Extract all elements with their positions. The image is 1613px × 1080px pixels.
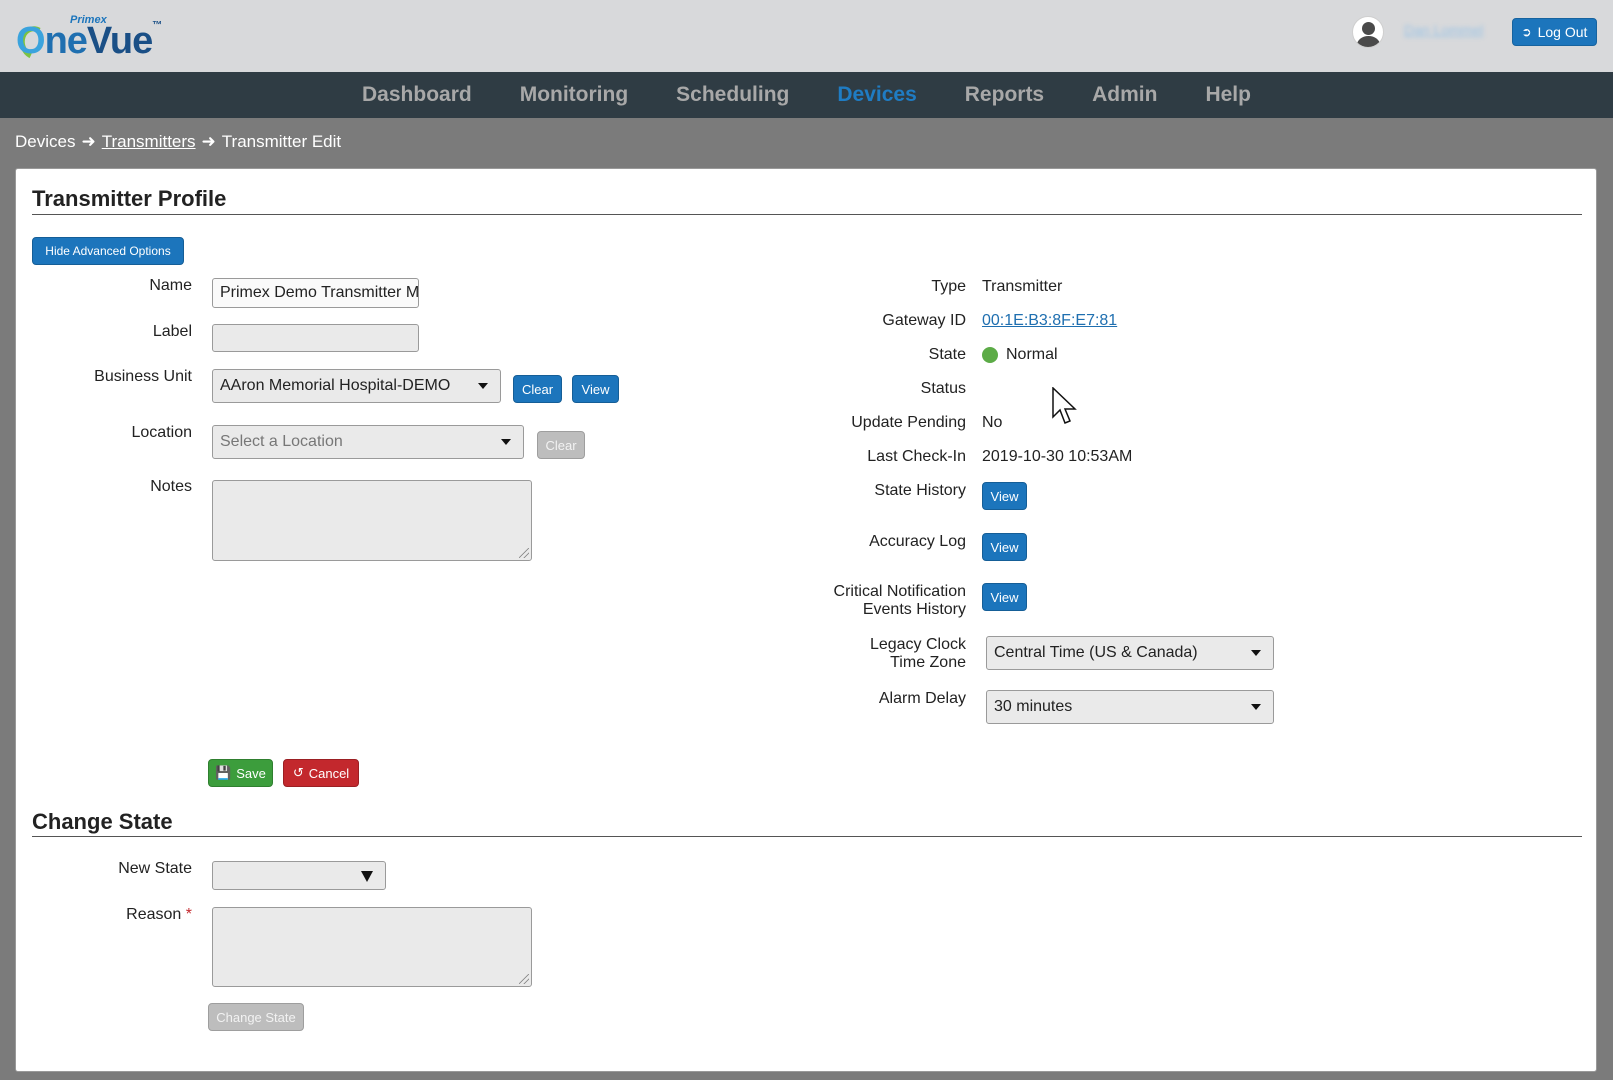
- gateway-id-link[interactable]: 00:1E:B3:8F:E7:81: [982, 312, 1117, 330]
- update-pending-label: Update Pending: [851, 414, 966, 431]
- new-state-select[interactable]: [212, 861, 386, 890]
- alarm-delay-label: Alarm Delay: [878, 690, 966, 707]
- section-title-profile: Transmitter Profile: [32, 186, 227, 211]
- chevron-down-icon: [1251, 704, 1261, 710]
- resize-grip-icon[interactable]: [519, 974, 529, 984]
- accuracy-log-view-button[interactable]: View: [982, 533, 1027, 561]
- chevron-down-icon: [501, 439, 511, 445]
- alarm-delay-value: 30 minutes: [994, 698, 1073, 715]
- location-clear-button[interactable]: Clear: [537, 431, 585, 459]
- state-history-view-button[interactable]: View: [982, 482, 1027, 510]
- logo-wordmark: OneVue™: [16, 20, 162, 63]
- last-checkin-label: Last Check-In: [867, 448, 966, 465]
- save-label: Save: [236, 765, 266, 781]
- logo-letters-vue: Vue: [86, 20, 153, 62]
- business-unit-clear-button[interactable]: Clear: [513, 375, 562, 403]
- section-title-change-state: Change State: [32, 809, 173, 834]
- section-divider: [32, 836, 1582, 837]
- onevue-logo[interactable]: Primex OneVue™: [15, 14, 162, 65]
- type-label: Type: [931, 278, 966, 295]
- logout-button[interactable]: ➲ Log Out: [1512, 18, 1597, 46]
- legacy-label-line-1: Legacy Clock: [869, 636, 966, 653]
- sign-out-icon: ➲: [1521, 25, 1532, 39]
- cancel-button[interactable]: ↺ Cancel: [283, 759, 359, 787]
- chevron-down-icon: [361, 870, 373, 882]
- state-status-dot-icon: [982, 346, 998, 363]
- business-unit-value: AAron Memorial Hospital-DEMO: [220, 377, 451, 394]
- logo-letter-o: O: [16, 20, 46, 62]
- nav-admin[interactable]: Admin: [1068, 72, 1181, 118]
- avatar-head: [1362, 22, 1375, 35]
- save-button[interactable]: 💾 Save: [208, 759, 273, 787]
- state-label: State: [928, 346, 966, 363]
- breadcrumb-devices: Devices: [15, 132, 76, 151]
- main-nav: Dashboard Monitoring Scheduling Devices …: [0, 72, 1613, 118]
- nav-scheduling[interactable]: Scheduling: [652, 72, 813, 118]
- reason-label: Reason *: [80, 906, 192, 924]
- new-state-label: New State: [118, 860, 192, 877]
- user-avatar-icon[interactable]: [1352, 16, 1384, 48]
- change-state-button[interactable]: Change State: [208, 1003, 304, 1031]
- name-label: Name: [149, 277, 192, 294]
- chevron-down-icon: [478, 383, 488, 389]
- state-history-label: State History: [874, 482, 966, 499]
- legacy-label-line-2: Time Zone: [890, 654, 966, 671]
- label-label: Label: [152, 323, 192, 340]
- name-input[interactable]: Primex Demo Transmitter Main: [212, 278, 419, 308]
- legacy-time-zone-select[interactable]: Central Time (US & Canada): [986, 636, 1274, 670]
- legacy-clock-label: Legacy Clock Time Zone: [780, 636, 966, 672]
- mouse-pointer-icon: [1052, 387, 1077, 424]
- breadcrumb: Devices ➜ Transmitters ➜ Transmitter Edi…: [15, 132, 341, 152]
- gateway-id-label: Gateway ID: [882, 312, 966, 329]
- section-divider: [32, 214, 1582, 215]
- status-label: Status: [920, 380, 966, 397]
- state-value: Normal: [982, 346, 1058, 364]
- cancel-label: Cancel: [308, 765, 350, 781]
- floppy-disk-icon: 💾: [215, 765, 232, 780]
- critical-label-line-2: Events History: [862, 601, 966, 618]
- nav-help[interactable]: Help: [1181, 72, 1275, 118]
- nav-reports[interactable]: Reports: [941, 72, 1068, 118]
- resize-grip-icon[interactable]: [519, 548, 529, 558]
- critical-events-view-button[interactable]: View: [982, 583, 1027, 611]
- notes-label: Notes: [150, 478, 192, 495]
- location-select[interactable]: Select a Location: [212, 425, 524, 459]
- header-bar: Primex OneVue™ Dan Lommel ➲ Log Out: [0, 0, 1613, 72]
- undo-icon: ↺: [292, 765, 304, 780]
- critical-notification-label: Critical Notification Events History: [780, 583, 966, 619]
- username-link[interactable]: Dan Lommel: [1404, 22, 1483, 38]
- arrow-right-icon: ➜: [201, 132, 216, 151]
- nav-dashboard[interactable]: Dashboard: [338, 72, 496, 118]
- logo-letters-ne: ne: [44, 20, 88, 62]
- arrow-right-icon: ➜: [81, 132, 96, 151]
- breadcrumb-current: Transmitter Edit: [221, 132, 342, 151]
- reason-textarea[interactable]: [212, 907, 532, 987]
- critical-label-line-1: Critical Notification: [833, 583, 966, 600]
- hide-advanced-options-button[interactable]: Hide Advanced Options: [32, 237, 184, 265]
- reason-label-text: Reason: [126, 906, 182, 923]
- last-checkin-value: 2019-10-30 10:53AM: [982, 448, 1133, 465]
- type-value: Transmitter: [982, 278, 1063, 295]
- accuracy-log-label: Accuracy Log: [869, 533, 966, 550]
- business-unit-label: Business Unit: [94, 368, 192, 385]
- business-unit-view-button[interactable]: View: [572, 375, 619, 403]
- update-pending-value: No: [982, 414, 1003, 431]
- chevron-down-icon: [1251, 650, 1261, 656]
- name-input-value: Primex Demo Transmitter Main: [220, 284, 419, 301]
- nav-devices[interactable]: Devices: [813, 72, 940, 118]
- location-label: Location: [131, 424, 193, 441]
- legacy-time-zone-value: Central Time (US & Canada): [994, 644, 1198, 661]
- notes-textarea[interactable]: [212, 480, 532, 561]
- logout-label: Log Out: [1537, 24, 1588, 40]
- nav-monitoring[interactable]: Monitoring: [496, 72, 652, 118]
- avatar-body: [1357, 36, 1380, 47]
- alarm-delay-select[interactable]: 30 minutes: [986, 690, 1274, 724]
- label-input[interactable]: [212, 324, 419, 352]
- state-text: Normal: [1006, 346, 1058, 363]
- location-placeholder: Select a Location: [220, 433, 343, 450]
- required-marker: *: [185, 906, 192, 923]
- breadcrumb-transmitters-link[interactable]: Transmitters: [102, 132, 196, 152]
- logo-trademark: ™: [152, 20, 162, 31]
- business-unit-select[interactable]: AAron Memorial Hospital-DEMO: [212, 369, 501, 403]
